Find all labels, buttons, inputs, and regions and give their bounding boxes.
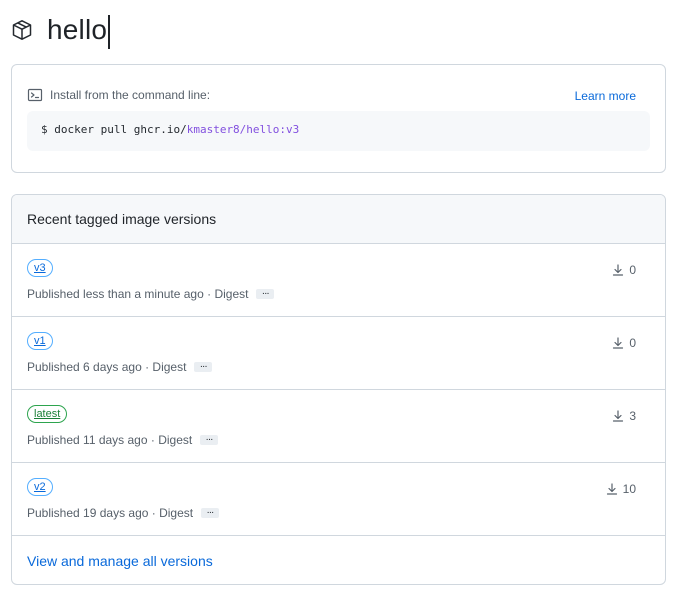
download-count: 0 xyxy=(612,263,636,277)
version-row: v2 Published 19 days ago · Digest ... 10 xyxy=(12,463,665,536)
versions-panel: Recent tagged image versions v3 Publishe… xyxy=(11,194,666,585)
package-header: hello xyxy=(10,8,110,52)
published-text: Published 6 days ago · Digest xyxy=(27,360,187,374)
text-caret xyxy=(108,14,110,49)
command-image: kmaster8/hello:v3 xyxy=(186,123,300,136)
version-tag-latest[interactable]: latest xyxy=(27,405,68,423)
page-title: hello xyxy=(47,8,110,52)
package-name: hello xyxy=(47,14,108,45)
version-tag-v1[interactable]: v1 xyxy=(27,332,53,350)
version-meta: Published less than a minute ago · Diges… xyxy=(27,287,275,301)
download-value: 10 xyxy=(622,482,636,496)
install-label: Install from the command line: xyxy=(50,88,211,102)
command-prefix: $ docker pull ghcr.io/ xyxy=(41,123,187,136)
download-count: 3 xyxy=(612,409,636,423)
download-icon xyxy=(612,264,624,276)
versions-title: Recent tagged image versions xyxy=(27,211,217,227)
download-value: 3 xyxy=(629,409,636,423)
version-tag-v2[interactable]: v2 xyxy=(27,478,53,496)
download-icon xyxy=(606,483,618,495)
install-command[interactable]: $ docker pull ghcr.io/kmaster8/hello:v3 xyxy=(27,111,650,151)
download-icon xyxy=(612,410,624,422)
digest-toggle-button[interactable]: ... xyxy=(201,506,220,518)
manage-versions-link[interactable]: View and manage all versions xyxy=(27,553,213,569)
install-panel: Install from the command line: Learn mor… xyxy=(11,64,666,173)
download-icon xyxy=(612,337,624,349)
version-row: latest Published 11 days ago · Digest ..… xyxy=(12,390,665,463)
version-meta: Published 11 days ago · Digest ... xyxy=(27,433,219,447)
published-text: Published less than a minute ago · Diges… xyxy=(27,287,249,301)
version-tag-v3[interactable]: v3 xyxy=(27,259,53,277)
versions-header: Recent tagged image versions xyxy=(12,195,665,244)
versions-list: v3 Published less than a minute ago · Di… xyxy=(12,244,665,536)
version-row: v3 Published less than a minute ago · Di… xyxy=(12,244,665,317)
install-header: Install from the command line: xyxy=(27,87,210,103)
published-text: Published 11 days ago · Digest xyxy=(27,433,193,447)
version-meta: Published 19 days ago · Digest ... xyxy=(27,506,220,520)
download-value: 0 xyxy=(629,336,636,350)
version-meta: Published 6 days ago · Digest ... xyxy=(27,360,213,374)
terminal-icon xyxy=(27,87,43,103)
download-count: 0 xyxy=(612,336,636,350)
download-count: 10 xyxy=(606,482,636,496)
version-row: v1 Published 6 days ago · Digest ... 0 xyxy=(12,317,665,390)
published-text: Published 19 days ago · Digest xyxy=(27,506,194,520)
digest-toggle-button[interactable]: ... xyxy=(200,433,219,445)
package-icon xyxy=(10,18,34,42)
learn-more-link[interactable]: Learn more xyxy=(575,89,636,103)
download-value: 0 xyxy=(629,263,636,277)
digest-toggle-button[interactable]: ... xyxy=(194,360,213,372)
digest-toggle-button[interactable]: ... xyxy=(256,287,275,299)
